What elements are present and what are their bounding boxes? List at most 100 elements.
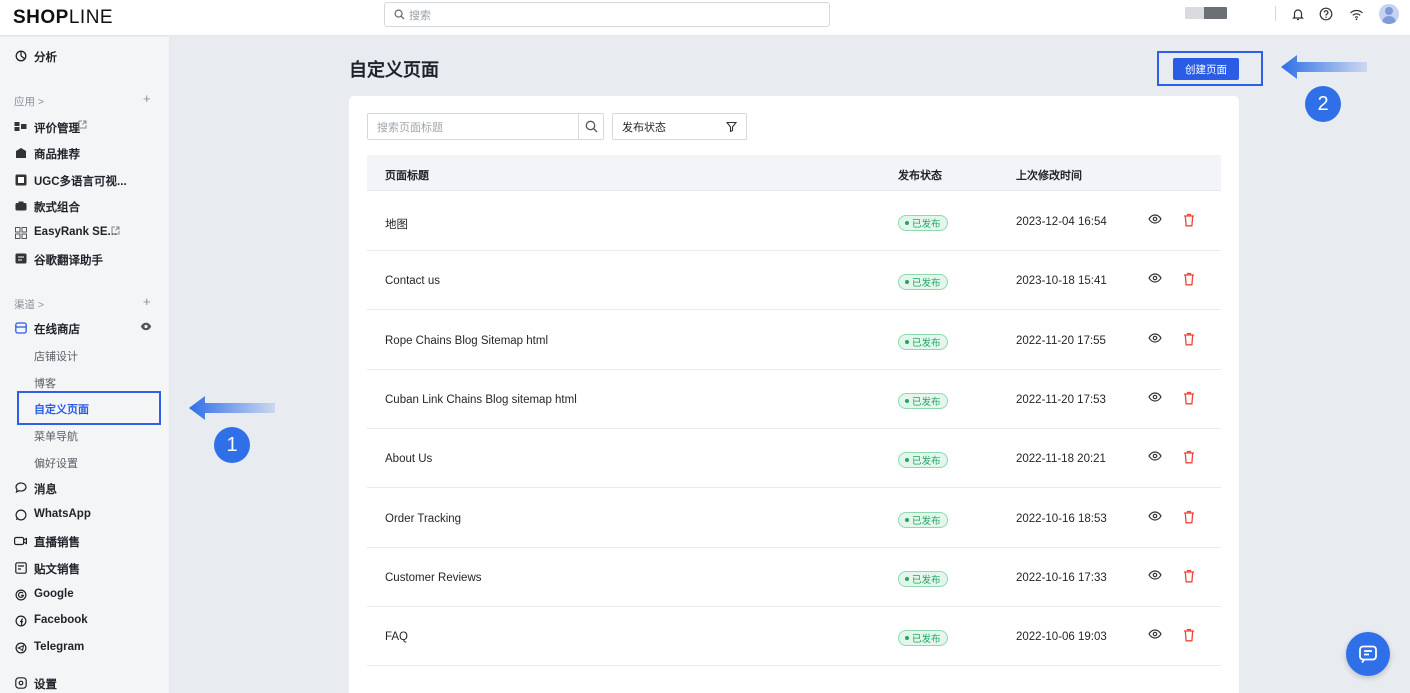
seo-icon bbox=[14, 226, 27, 239]
table-row[interactable]: Cuban Link Chains Blog sitemap html 已发布 20… bbox=[367, 370, 1221, 429]
modified-time-cell: 2023-10-18 15:41 bbox=[1016, 275, 1107, 288]
preview-eye-icon[interactable] bbox=[1148, 392, 1162, 405]
table-row[interactable]: Customer Reviews 已发布 2022-10-16 17:33 bbox=[367, 548, 1221, 607]
sidebar-item-telegram[interactable]: Telegram bbox=[0, 638, 170, 658]
page-title-search-input[interactable]: 搜索页面标题 bbox=[367, 113, 604, 140]
column-header-title[interactable]: 页面标题 bbox=[385, 167, 429, 183]
sidebar-sub-menu-nav[interactable]: 菜单导航 bbox=[34, 428, 78, 444]
delete-trash-icon[interactable] bbox=[1183, 213, 1195, 230]
preview-eye-icon[interactable] bbox=[1148, 570, 1162, 583]
delete-trash-icon[interactable] bbox=[1183, 510, 1195, 527]
status-badge: 已发布 bbox=[898, 274, 948, 291]
sidebar-item-google-translate[interactable]: 谷歌翻译助手 bbox=[0, 249, 170, 269]
user-avatar[interactable] bbox=[1379, 4, 1399, 24]
sidebar-item-analytics[interactable]: 分析 bbox=[0, 46, 170, 66]
chat-support-button[interactable] bbox=[1346, 632, 1390, 676]
sidebar-item-whatsapp[interactable]: WhatsApp bbox=[0, 505, 170, 525]
sidebar-item-bundle[interactable]: 款式组合 bbox=[0, 196, 170, 216]
preview-eye-icon[interactable] bbox=[1148, 451, 1162, 464]
external-link-icon bbox=[111, 226, 120, 238]
filter-icon bbox=[725, 121, 738, 135]
facebook-icon bbox=[14, 614, 27, 627]
preview-eye-icon[interactable] bbox=[1148, 629, 1162, 642]
top-divider bbox=[1275, 6, 1276, 21]
status-badge: 已发布 bbox=[898, 452, 948, 469]
shopline-logo[interactable]: SHOPLINE bbox=[13, 7, 113, 29]
page-title-cell[interactable]: Rope Chains Blog Sitemap html bbox=[385, 335, 548, 347]
delete-trash-icon[interactable] bbox=[1183, 569, 1195, 586]
page-title-cell[interactable]: Customer Reviews bbox=[385, 572, 482, 584]
help-icon[interactable] bbox=[1317, 5, 1335, 23]
bundle-icon bbox=[14, 199, 27, 212]
page-title-cell[interactable]: Contact us bbox=[385, 275, 440, 287]
sidebar-item-google[interactable]: Google bbox=[0, 585, 170, 605]
page-title-cell[interactable]: Cuban Link Chains Blog sitemap html bbox=[385, 394, 577, 406]
sidebar-item-easyrank[interactable]: EasyRank SE... bbox=[0, 223, 170, 243]
delete-trash-icon[interactable] bbox=[1183, 450, 1195, 467]
table-row[interactable]: Rope Chains Blog Sitemap html 已发布 2022-11-… bbox=[367, 311, 1221, 370]
sidebar-item-ugc[interactable]: UGC多语言可视... bbox=[0, 170, 170, 190]
delete-trash-icon[interactable] bbox=[1183, 332, 1195, 349]
google-icon bbox=[14, 588, 27, 601]
table-row[interactable]: Contact us 已发布 2023-10-18 15:41 bbox=[367, 251, 1221, 311]
add-app-plus-icon[interactable]: + bbox=[143, 91, 151, 106]
bell-icon[interactable] bbox=[1289, 5, 1307, 23]
store-switcher[interactable] bbox=[1185, 7, 1227, 19]
sidebar-sub-store-design[interactable]: 店铺设计 bbox=[34, 348, 78, 364]
live-icon bbox=[14, 534, 27, 547]
eye-icon[interactable] bbox=[140, 322, 152, 334]
status-badge: 已发布 bbox=[898, 392, 948, 409]
search-button[interactable] bbox=[578, 114, 603, 139]
sidebar-item-product-recommend[interactable]: 商品推荐 bbox=[0, 143, 170, 163]
reviews-icon bbox=[14, 120, 27, 133]
sidebar-item-post-sales[interactable]: 贴文销售 bbox=[0, 558, 170, 578]
column-header-status[interactable]: 发布状态 bbox=[898, 167, 942, 183]
preview-eye-icon[interactable] bbox=[1148, 332, 1162, 346]
sidebar: 分析 应用 > + 评价管理 商品推荐 UGC多语言可视... 款式组合 Eas… bbox=[0, 37, 170, 693]
sidebar-item-messages[interactable]: 消息 bbox=[0, 478, 170, 498]
sidebar-item-facebook[interactable]: Facebook bbox=[0, 611, 170, 631]
add-channel-plus-icon[interactable]: + bbox=[143, 294, 151, 309]
section-channels[interactable]: 渠道 > bbox=[14, 297, 44, 312]
chat-icon bbox=[1359, 645, 1377, 664]
sidebar-item-online-store[interactable]: 在线商店 bbox=[0, 318, 170, 338]
table-header: 页面标题 发布状态 上次修改时间 bbox=[367, 155, 1221, 191]
table-row[interactable]: Order Tracking 已发布 2022-10-16 18:53 bbox=[367, 489, 1221, 548]
table-row[interactable]: 地图 已发布 2023-12-04 16:54 bbox=[367, 192, 1221, 251]
status-badge: 已发布 bbox=[898, 630, 948, 647]
global-search-input[interactable]: 搜索 bbox=[384, 2, 830, 27]
modified-time-cell: 2022-11-20 17:53 bbox=[1016, 393, 1106, 406]
modified-time-cell: 2022-10-06 19:03 bbox=[1016, 631, 1107, 644]
wifi-icon[interactable] bbox=[1347, 5, 1365, 23]
external-link-icon bbox=[78, 120, 87, 132]
sidebar-sub-blog[interactable]: 博客 bbox=[34, 375, 56, 391]
modified-time-cell: 2022-10-16 17:33 bbox=[1016, 571, 1107, 584]
ugc-icon bbox=[14, 173, 27, 186]
post-icon bbox=[14, 561, 27, 574]
page-title-cell[interactable]: FAQ bbox=[385, 631, 408, 643]
telegram-icon bbox=[14, 641, 27, 654]
delete-trash-icon[interactable] bbox=[1183, 272, 1195, 289]
table-row[interactable]: FAQ 已发布 2022-10-06 19:03 bbox=[367, 607, 1221, 667]
section-apps[interactable]: 应用 > bbox=[14, 94, 44, 109]
table-row[interactable]: About Us 已发布 2022-11-18 20:21 bbox=[367, 429, 1221, 489]
preview-eye-icon[interactable] bbox=[1148, 214, 1162, 227]
preview-eye-icon[interactable] bbox=[1148, 273, 1162, 286]
whatsapp-icon bbox=[14, 508, 27, 521]
status-badge: 已发布 bbox=[898, 570, 948, 587]
sidebar-item-settings[interactable]: 设置 bbox=[0, 673, 170, 693]
step-badge-1: 1 bbox=[214, 427, 250, 463]
status-filter-dropdown[interactable]: 发布状态 bbox=[612, 113, 747, 140]
column-header-modified[interactable]: 上次修改时间 bbox=[1016, 167, 1082, 183]
top-bar: SHOPLINE 搜索 bbox=[0, 0, 1410, 36]
page-title-cell[interactable]: About Us bbox=[385, 453, 432, 465]
delete-trash-icon[interactable] bbox=[1183, 391, 1195, 408]
sidebar-sub-preferences[interactable]: 偏好设置 bbox=[34, 455, 78, 471]
page-title-cell[interactable]: 地图 bbox=[385, 216, 408, 232]
preview-eye-icon[interactable] bbox=[1148, 510, 1162, 524]
message-icon bbox=[14, 481, 27, 494]
sidebar-item-live-sales[interactable]: 直播销售 bbox=[0, 531, 170, 551]
sidebar-item-reviews[interactable]: 评价管理 bbox=[0, 117, 170, 137]
delete-trash-icon[interactable] bbox=[1183, 628, 1195, 645]
page-title-cell[interactable]: Order Tracking bbox=[385, 513, 461, 525]
